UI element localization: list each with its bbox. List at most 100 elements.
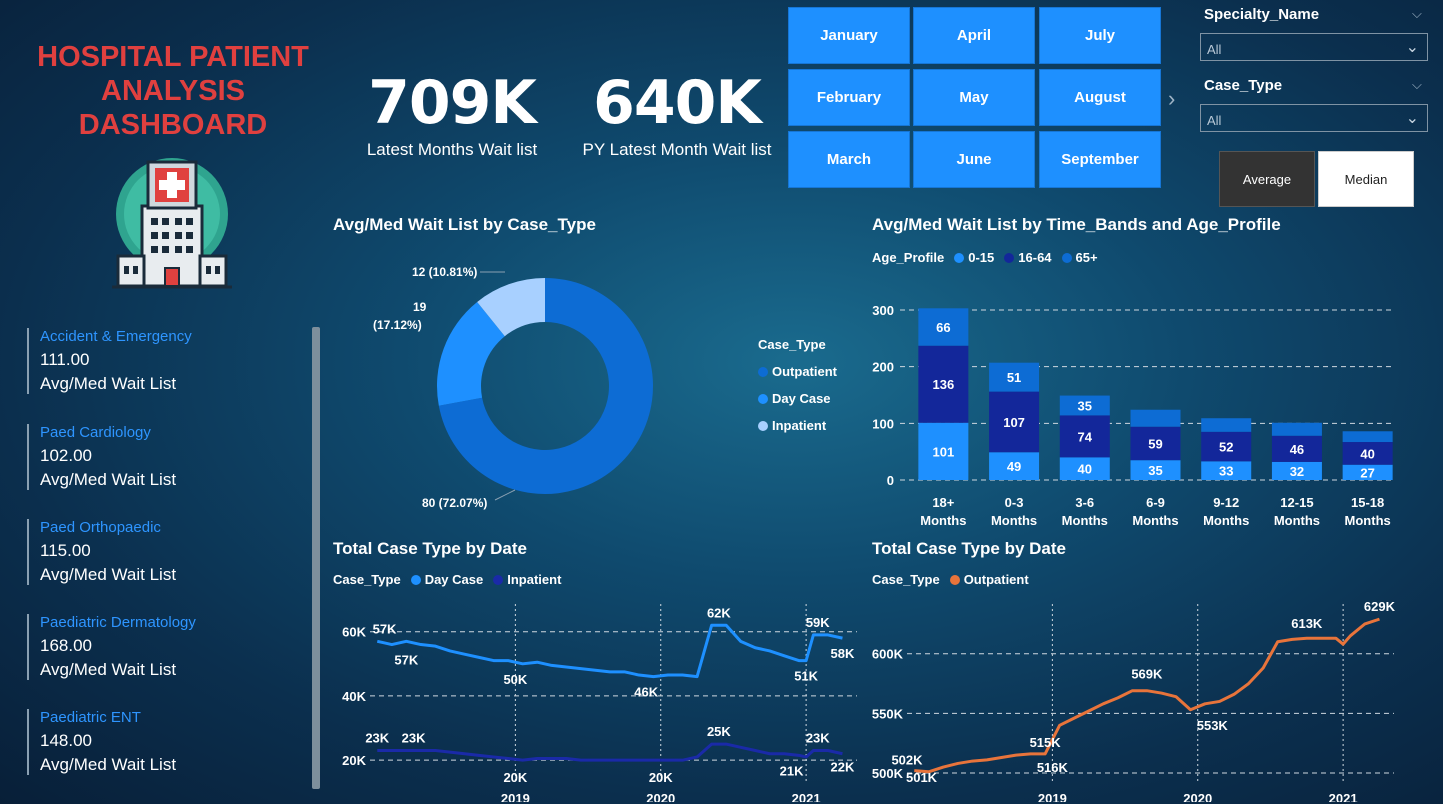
bar-data-label: 66	[936, 320, 950, 335]
legend-label[interactable]: Outpatient	[964, 572, 1029, 587]
line-legend-title: Case_Type	[333, 572, 401, 587]
specialty-card: Paediatric ENT 148.00 Avg/Med Wait List	[27, 709, 297, 775]
bar-data-label: 40	[1078, 462, 1092, 477]
legend-dot	[758, 393, 768, 404]
bar-data-label: 46	[1290, 442, 1304, 457]
specialty-list-scrollbar[interactable]	[312, 327, 320, 789]
x-tick-label: Months	[1132, 513, 1178, 528]
specialty-value: 115.00	[40, 541, 91, 560]
month-button-april[interactable]: April	[913, 7, 1035, 64]
bar-data-label: 40	[1360, 446, 1374, 461]
line-chart-day-inpatient-title: Total Case Type by Date	[333, 539, 527, 558]
average-button[interactable]: Average	[1219, 151, 1315, 207]
month-button-february[interactable]: February	[788, 69, 910, 126]
line-data-label: 62K	[707, 605, 731, 620]
legend-item-outpatient[interactable]: Outpatient	[758, 364, 837, 379]
legend-item-day-case[interactable]: Day Case	[758, 391, 831, 406]
bar-chart-title: Avg/Med Wait List by Time_Bands and Age_…	[872, 215, 1281, 234]
kpi-latest-months: 709K Latest Months Wait list	[352, 70, 552, 160]
median-button[interactable]: Median	[1318, 151, 1414, 207]
x-tick-label: Months	[1345, 513, 1391, 528]
line-data-label: 22K	[831, 760, 855, 775]
donut-chart-title: Avg/Med Wait List by Case_Type	[333, 215, 596, 234]
x-tick-label: 2020	[646, 791, 675, 802]
x-tick-label: 12-15	[1280, 495, 1313, 510]
donut-data-label: 12 (10.81%)	[412, 265, 477, 279]
legend-dot	[949, 574, 960, 585]
line-data-label: 23K	[402, 731, 426, 746]
month-button-september[interactable]: September	[1039, 131, 1161, 188]
line-data-label: 20K	[649, 770, 673, 785]
x-tick-label: Months	[991, 513, 1037, 528]
x-tick-label: 3-6	[1075, 495, 1094, 510]
chevron-down-icon[interactable]: ⌵	[1412, 6, 1422, 22]
bar-data-label: 74	[1078, 429, 1093, 444]
specialty-dropdown[interactable]: All ⌄	[1200, 33, 1428, 61]
line-data-label: 58K	[831, 646, 855, 661]
bar-chart: 0 100 200 300 101 136 66 18+ Months 49 107 51 0-3 Mon…	[872, 303, 1395, 528]
bar-segment	[1130, 409, 1181, 427]
line-series	[377, 742, 843, 762]
line-data-label: 21K	[780, 763, 804, 778]
line-data-label: 51K	[794, 669, 818, 684]
bar-segment	[1271, 422, 1322, 436]
x-tick-label: 6-9	[1146, 495, 1165, 510]
case-type-dropdown-value: All	[1207, 113, 1222, 128]
x-tick-label: 0-3	[1005, 495, 1024, 510]
kpi-py-label: PY Latest Month Wait list	[582, 140, 772, 159]
legend-label[interactable]: 65+	[1076, 250, 1098, 265]
hospital-icon	[112, 158, 232, 289]
chevron-down-icon[interactable]: ⌵	[1412, 77, 1422, 93]
line-chart-outpatient-title: Total Case Type by Date	[872, 539, 1066, 558]
line-data-label: 59K	[806, 615, 830, 630]
bar-segment	[1201, 418, 1252, 432]
legend-label[interactable]: 0-15	[968, 250, 994, 265]
month-button-january[interactable]: January	[788, 7, 910, 64]
x-tick-label: Months	[1203, 513, 1249, 528]
line-data-label: 501K	[906, 770, 938, 785]
legend-label: Day Case	[772, 391, 831, 406]
chevron-right-icon[interactable]: ›	[1168, 86, 1175, 112]
line-data-label: 502K	[891, 753, 923, 768]
month-button-august[interactable]: August	[1039, 69, 1161, 126]
legend-label[interactable]: 16-64	[1018, 250, 1051, 265]
bar-data-label: 27	[1360, 465, 1374, 480]
month-button-march[interactable]: March	[788, 131, 910, 188]
legend-dot	[954, 252, 965, 263]
line-data-label: 20K	[503, 770, 527, 785]
legend-dot	[758, 366, 768, 377]
kpi-py-value: 640K	[593, 68, 762, 138]
line-data-label: 46K	[634, 685, 658, 700]
month-button-may[interactable]: May	[913, 69, 1035, 126]
bar-segment	[1342, 431, 1393, 443]
specialty-name: Paediatric Dermatology	[40, 614, 196, 631]
bar-data-label: 32	[1290, 464, 1304, 479]
month-button-june[interactable]: June	[913, 131, 1035, 188]
legend-dot	[410, 574, 421, 585]
month-button-july[interactable]: July	[1039, 7, 1161, 64]
line-data-label: 613K	[1291, 616, 1323, 631]
line-series	[376, 623, 843, 679]
bar-data-label: 35	[1148, 463, 1162, 478]
y-tick-label: 0	[887, 473, 894, 488]
y-tick-label: 40K	[342, 689, 366, 704]
specialty-label: Avg/Med Wait List	[40, 470, 177, 489]
case-type-dropdown[interactable]: All ⌄	[1200, 104, 1428, 132]
kpi-py-latest-month: 640K PY Latest Month Wait list	[572, 70, 782, 160]
specialty-value: 111.00	[40, 350, 90, 369]
line-data-label: 23K	[806, 731, 830, 746]
legend-item-inpatient[interactable]: Inpatient	[758, 418, 826, 433]
bar-data-label: 59	[1148, 436, 1162, 451]
legend-label[interactable]: Inpatient	[507, 572, 561, 587]
legend-dot	[1061, 252, 1072, 263]
chevron-down-icon: ⌄	[1405, 110, 1419, 127]
legend-label[interactable]: Day Case	[425, 572, 484, 587]
bar-data-label: 107	[1003, 415, 1025, 430]
bar-data-label: 101	[933, 444, 955, 459]
donut-data-label: (17.12%)	[373, 318, 422, 332]
legend-label: Outpatient	[772, 364, 837, 379]
specialty-value: 168.00	[40, 636, 92, 655]
specialty-label: Avg/Med Wait List	[40, 374, 177, 393]
specialty-card: Paediatric Dermatology 168.00 Avg/Med Wa…	[27, 614, 297, 680]
line-chart-2-legend: Case_Type Outpatient	[872, 572, 1029, 587]
